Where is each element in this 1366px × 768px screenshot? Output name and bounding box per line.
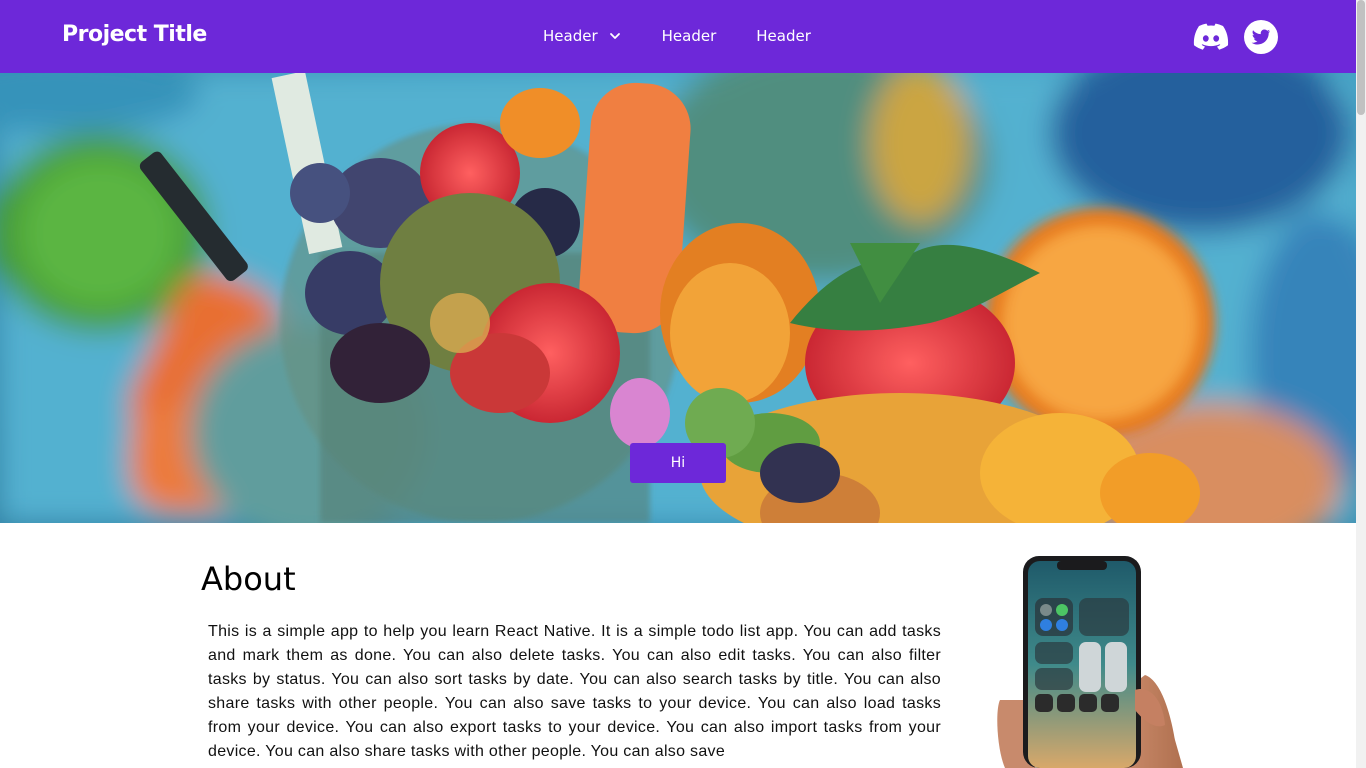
brand-title[interactable]: Project Title (62, 22, 207, 47)
nav-link-label: Header (756, 27, 811, 45)
about-title: About (201, 560, 296, 598)
about-text: This is a simple app to help you learn R… (208, 623, 941, 760)
nav-link-label: Header (543, 27, 598, 45)
twitter-link[interactable] (1243, 19, 1279, 55)
discord-icon (1193, 23, 1229, 50)
phone-image (995, 550, 1195, 768)
nav-link-header-3[interactable]: Header (756, 27, 811, 45)
nav-link-header-2[interactable]: Header (662, 27, 717, 45)
nav-link-label: Header (661, 27, 717, 45)
nav-links: Header Header Header (543, 27, 811, 45)
chevron-down-icon (609, 33, 620, 39)
twitter-icon (1244, 20, 1278, 54)
discord-link[interactable] (1193, 19, 1229, 55)
nav-link-header-dropdown[interactable]: Header (543, 27, 622, 45)
phone-in-hand-image (997, 556, 1183, 768)
navbar: Project Title Header Header Header (0, 0, 1356, 73)
page-scrollbar[interactable] (1356, 0, 1366, 768)
scrollbar-thumb[interactable] (1357, 0, 1365, 115)
social-links (1193, 19, 1279, 55)
hero-button[interactable]: Hi (630, 443, 726, 483)
hero-banner: Hi (0, 73, 1356, 523)
